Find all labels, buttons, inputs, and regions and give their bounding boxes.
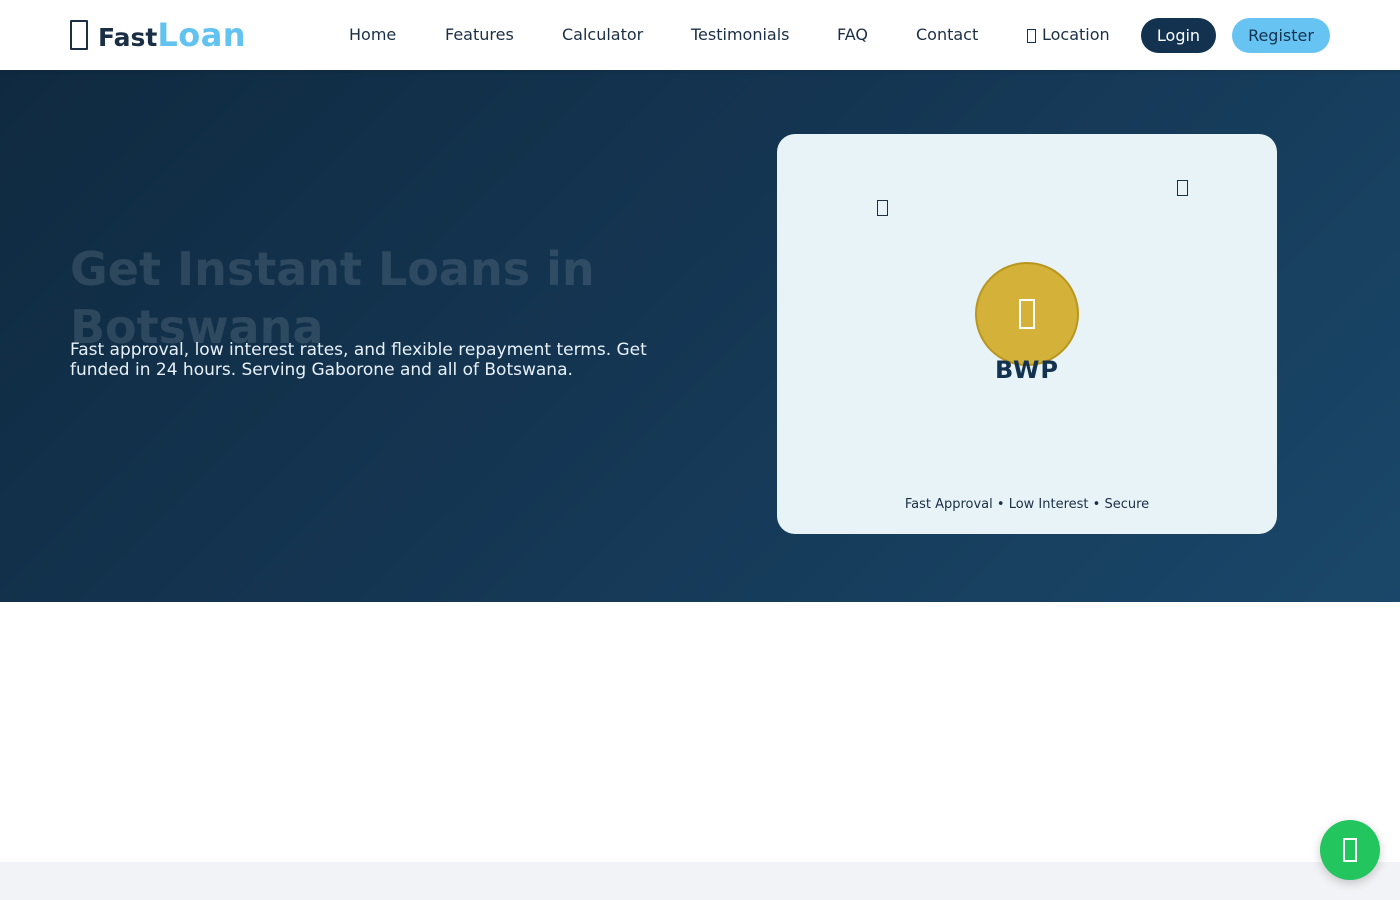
brand-name-loan: Loan bbox=[157, 16, 247, 54]
login-button[interactable]: Login bbox=[1141, 18, 1216, 53]
coins-icon bbox=[1019, 299, 1035, 329]
nav-faq[interactable]: FAQ bbox=[837, 25, 868, 44]
register-button[interactable]: Register bbox=[1232, 18, 1330, 53]
nav-home[interactable]: Home bbox=[349, 25, 396, 44]
hero-subtitle: Fast approval, low interest rates, and f… bbox=[70, 340, 647, 380]
nav-location[interactable]: Location bbox=[1027, 25, 1110, 44]
whatsapp-chat-button[interactable] bbox=[1320, 820, 1380, 880]
nav-features[interactable]: Features bbox=[445, 25, 514, 44]
next-section-strip bbox=[0, 862, 1400, 900]
hero-title: Get Instant Loans in Botswana bbox=[70, 242, 595, 354]
money-bill-icon bbox=[877, 200, 888, 216]
coin-badge bbox=[975, 262, 1079, 366]
site-header: Fast Loan Home Features Calculator Testi… bbox=[0, 0, 1400, 70]
hero-section: Get Instant Loans in Botswana Fast appro… bbox=[0, 70, 1400, 602]
nav-location-label: Location bbox=[1042, 25, 1110, 44]
nav-calculator[interactable]: Calculator bbox=[562, 25, 643, 44]
chart-line-icon bbox=[1177, 180, 1188, 196]
brand-name-fast: Fast bbox=[98, 22, 158, 52]
nav-testimonials[interactable]: Testimonials bbox=[691, 25, 790, 44]
hero-illustration-card: BWP Fast Approval • Low Interest • Secur… bbox=[777, 134, 1277, 534]
hand-holding-dollar-icon bbox=[70, 20, 88, 50]
nav-contact[interactable]: Contact bbox=[916, 25, 978, 44]
whatsapp-icon bbox=[1343, 838, 1357, 862]
card-tagline: Fast Approval • Low Interest • Secure bbox=[904, 497, 1150, 512]
map-pin-icon bbox=[1027, 28, 1036, 43]
brand-logo[interactable]: Fast Loan bbox=[70, 16, 246, 54]
currency-label: BWP bbox=[994, 356, 1060, 384]
